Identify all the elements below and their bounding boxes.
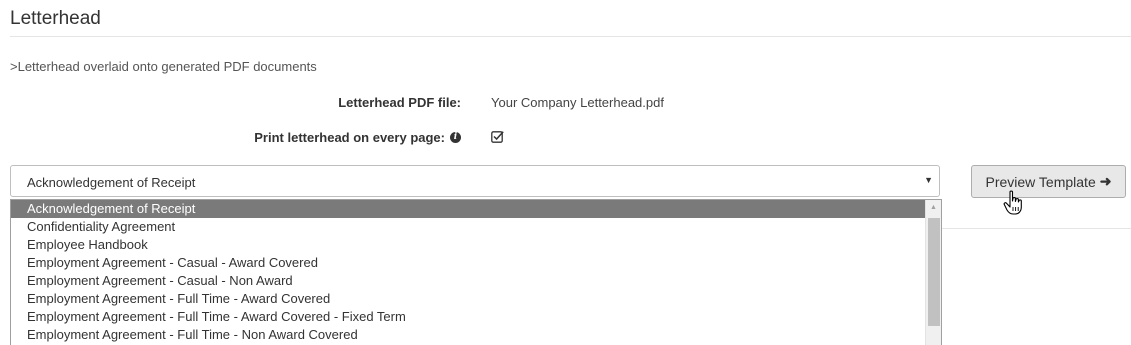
- check-square-icon: [491, 131, 504, 143]
- dropdown-option[interactable]: Employee Handbook: [11, 236, 925, 254]
- title-divider: [10, 36, 1131, 37]
- preview-template-label: Preview Template: [985, 173, 1096, 190]
- dropdown-scrollbar[interactable]: ▲: [925, 200, 941, 345]
- dropdown-option[interactable]: Acknowledgement of Receipt: [11, 200, 925, 218]
- info-circle-icon[interactable]: i: [450, 132, 461, 143]
- dropdown-option[interactable]: Employment Agreement - Full Time - Non A…: [11, 326, 925, 344]
- hand-pointer-cursor-icon: [1003, 190, 1022, 215]
- arrow-right-icon: ➜: [1099, 173, 1112, 189]
- pdf-file-value: Your Company Letterhead.pdf: [491, 95, 664, 110]
- dropdown-options: Acknowledgement of Receipt Confidentialit…: [11, 200, 941, 344]
- section-description: >Letterhead overlaid onto generated PDF …: [10, 59, 317, 74]
- pdf-file-label-text: Letterhead PDF file:: [338, 95, 461, 110]
- template-select-value: Acknowledgement of Receipt: [27, 175, 196, 190]
- caret-down-icon: ▼: [924, 175, 933, 185]
- pdf-file-label: Letterhead PDF file:: [338, 95, 461, 110]
- scroll-thumb[interactable]: [928, 218, 940, 326]
- every-page-label-text: Print letterhead on every page:: [254, 130, 445, 145]
- scroll-up-arrow-icon[interactable]: ▲: [926, 200, 941, 216]
- dropdown-option[interactable]: Confidentiality Agreement: [11, 218, 925, 236]
- content-divider: [942, 228, 1131, 229]
- template-select[interactable]: Acknowledgement of Receipt ▼: [10, 165, 940, 197]
- dropdown-option[interactable]: Employment Agreement - Casual - Award Co…: [11, 254, 925, 272]
- section-title: Letterhead: [10, 8, 101, 29]
- template-dropdown-list[interactable]: Acknowledgement of Receipt Confidentialit…: [10, 199, 942, 345]
- dropdown-option[interactable]: Employment Agreement - Full Time - Award…: [11, 290, 925, 308]
- every-page-label: Print letterhead on every page: i: [254, 130, 461, 145]
- preview-template-button[interactable]: Preview Template ➜: [971, 165, 1126, 198]
- dropdown-option[interactable]: Employment Agreement - Full Time - Award…: [11, 308, 925, 326]
- dropdown-option[interactable]: Employment Agreement - Casual - Non Awar…: [11, 272, 925, 290]
